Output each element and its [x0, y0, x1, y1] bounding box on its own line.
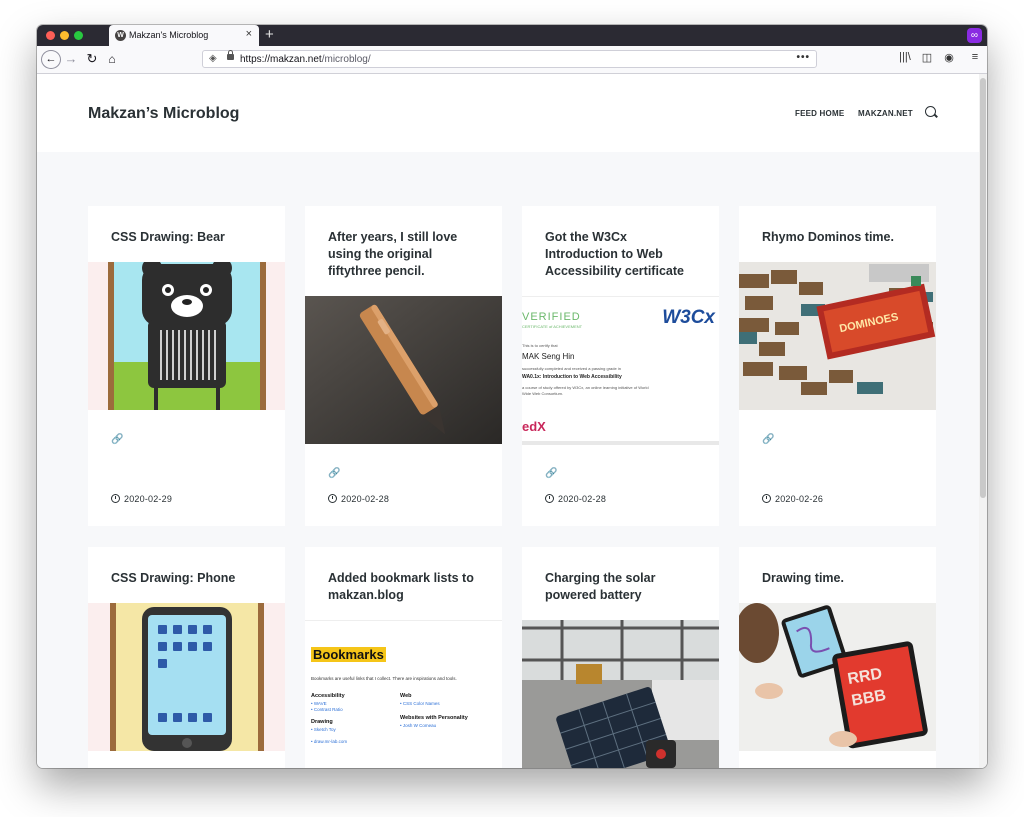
post-card[interactable]: Charging the solar powered battery — [522, 547, 719, 768]
bookmark-link[interactable]: • Sketch Toy — [311, 727, 336, 732]
cert-passed: successfully completed and received a pa… — [522, 366, 621, 371]
zoom-window-button[interactable] — [74, 31, 83, 40]
back-button[interactable]: ← — [41, 50, 61, 69]
post-date-text: 2020-02-28 — [341, 494, 390, 504]
cert-course: WA0.1x: Introduction to Web Accessibilit… — [522, 374, 622, 380]
tab-microblog[interactable]: W Makzan's Microblog × — [109, 25, 259, 46]
search-icon[interactable] — [925, 106, 936, 117]
card-title[interactable]: CSS Drawing: Bear — [111, 229, 266, 246]
post-date[interactable]: 2020-02-29 — [111, 494, 172, 504]
card-title[interactable]: CSS Drawing: Phone — [111, 570, 266, 587]
pencil-photo[interactable] — [305, 296, 502, 444]
url-bar[interactable]: ◈ https://makzan.net/microblog/ ••• — [202, 50, 817, 68]
card-title[interactable]: Added bookmark lists to makzan.blog — [328, 570, 483, 604]
drawing-time-photo[interactable]: RRD BBB — [739, 603, 936, 751]
w3cx-logo: W3Cx — [662, 307, 715, 328]
dominos-photo[interactable]: DOMINOES — [739, 262, 936, 410]
post-date[interactable]: 2020-02-28 — [545, 494, 606, 504]
post-card[interactable]: CSS Drawing: Bear 🔗 2020-02-29 — [88, 206, 285, 526]
bookmarks-heading-drawing: Drawing — [311, 719, 333, 725]
lock-icon[interactable] — [227, 50, 234, 60]
tracking-shield-icon[interactable]: ◈ — [209, 53, 217, 64]
new-tab-button[interactable]: + — [265, 26, 274, 44]
minimize-window-button[interactable] — [60, 31, 69, 40]
bookmark-link[interactable]: • draw.mr-lab.com — [311, 739, 347, 744]
site-header: Makzan’s Microblog FEED HOME MAKZAN.NET — [37, 74, 987, 152]
page-actions-button[interactable]: ••• — [796, 52, 810, 63]
edx-logo: edX — [522, 419, 546, 434]
private-mask-icon[interactable]: ∞ — [967, 28, 982, 43]
bear-drawing-image[interactable] — [88, 262, 285, 410]
card-title[interactable]: Rhymo Dominos time. — [762, 229, 917, 246]
bookmark-link[interactable]: • Contrast Ratio — [311, 707, 343, 712]
cert-subtitle: CERTIFICATE of ACHIEVEMENT — [522, 324, 583, 329]
bookmarks-heading-web: Web — [400, 693, 412, 699]
phone-drawing-image[interactable] — [88, 603, 285, 751]
clock-icon — [762, 494, 771, 503]
post-card[interactable]: After years, I still love using the orig… — [305, 206, 502, 526]
post-card[interactable]: Got the W3Cx Introduction to Web Accessi… — [522, 206, 719, 526]
close-window-button[interactable] — [46, 31, 55, 40]
menu-icon[interactable]: ≡ — [968, 51, 982, 63]
post-card[interactable]: Drawing time. RRD BBB — [739, 547, 936, 768]
library-icon[interactable]: |||\ — [898, 51, 912, 63]
post-date-text: 2020-02-26 — [775, 494, 824, 504]
tab-title: Makzan's Microblog — [129, 30, 209, 40]
site-title[interactable]: Makzan’s Microblog — [88, 105, 239, 123]
bookmark-link[interactable]: • Josh W Comeau — [400, 723, 436, 728]
url-host: https://makzan.net — [240, 54, 322, 65]
sidebar-icon[interactable]: ◫ — [920, 51, 934, 64]
bookmark-link[interactable]: • WAVE — [311, 701, 327, 706]
link-icon[interactable]: 🔗 — [328, 468, 340, 479]
bookmarks-screenshot[interactable]: Bookmarks Bookmarks are useful links tha… — [305, 620, 502, 768]
tab-bar: W Makzan's Microblog × + ∞ — [37, 25, 987, 46]
card-title[interactable]: Drawing time. — [762, 570, 917, 587]
cert-intro: This is to certify that — [522, 343, 558, 348]
reload-button[interactable]: ↻ — [85, 50, 99, 68]
browser-window: W Makzan's Microblog × + ∞ ← → ↻ ⌂ ◈ htt… — [37, 25, 987, 768]
bookmarks-intro: Bookmarks are useful links that I collec… — [311, 676, 457, 681]
bookmarks-heading: Bookmarks — [311, 647, 386, 662]
post-date-text: 2020-02-28 — [558, 494, 607, 504]
clock-icon — [328, 494, 337, 503]
post-card[interactable]: CSS Drawing: Phone — [88, 547, 285, 768]
nav-makzan-net[interactable]: MAKZAN.NET — [858, 109, 913, 118]
page-scrollbar[interactable] — [979, 74, 987, 768]
link-icon[interactable]: 🔗 — [762, 434, 774, 445]
card-title[interactable]: Charging the solar powered battery — [545, 570, 700, 604]
tab-close-button[interactable]: × — [246, 28, 252, 40]
bookmarks-heading-accessibility: Accessibility — [311, 693, 345, 699]
post-date[interactable]: 2020-02-28 — [328, 494, 389, 504]
cert-desc: a course of study offered by W3Cx, an on… — [522, 385, 649, 396]
card-title[interactable]: After years, I still love using the orig… — [328, 229, 483, 280]
navigation-toolbar: ← → ↻ ⌂ ◈ https://makzan.net/microblog/ … — [37, 46, 987, 74]
cert-verified: VERIFIED — [522, 311, 581, 323]
link-icon[interactable]: 🔗 — [545, 468, 557, 479]
link-icon[interactable]: 🔗 — [111, 434, 123, 445]
certificate-image[interactable]: VERIFIED CERTIFICATE of ACHIEVEMENT W3Cx… — [522, 296, 719, 445]
forward-button[interactable]: → — [64, 50, 78, 68]
nav-feed-home[interactable]: FEED HOME — [795, 109, 844, 118]
page-content: Makzan’s Microblog FEED HOME MAKZAN.NET … — [37, 74, 987, 768]
scrollbar-thumb[interactable] — [980, 78, 986, 498]
cert-name: MAK Seng Hin — [522, 352, 575, 361]
url-text[interactable]: https://makzan.net/microblog/ — [240, 54, 371, 65]
card-title[interactable]: Got the W3Cx Introduction to Web Accessi… — [545, 229, 700, 280]
bookmark-link[interactable]: • CSS Color Names — [400, 701, 440, 706]
post-card[interactable]: Added bookmark lists to makzan.blog Book… — [305, 547, 502, 768]
clock-icon — [111, 494, 120, 503]
post-date-text: 2020-02-29 — [124, 494, 173, 504]
url-path: /microblog/ — [321, 54, 371, 65]
post-card[interactable]: Rhymo Dominos time. DOMINOES 🔗 2020-02-2… — [739, 206, 936, 526]
account-icon[interactable]: ◉ — [942, 51, 956, 64]
home-button[interactable]: ⌂ — [105, 50, 119, 68]
bookmarks-heading-personality: Websites with Personality — [400, 715, 468, 721]
clock-icon — [545, 494, 554, 503]
wordpress-icon: W — [115, 30, 126, 41]
solar-battery-photo[interactable] — [522, 620, 719, 768]
post-date[interactable]: 2020-02-26 — [762, 494, 823, 504]
